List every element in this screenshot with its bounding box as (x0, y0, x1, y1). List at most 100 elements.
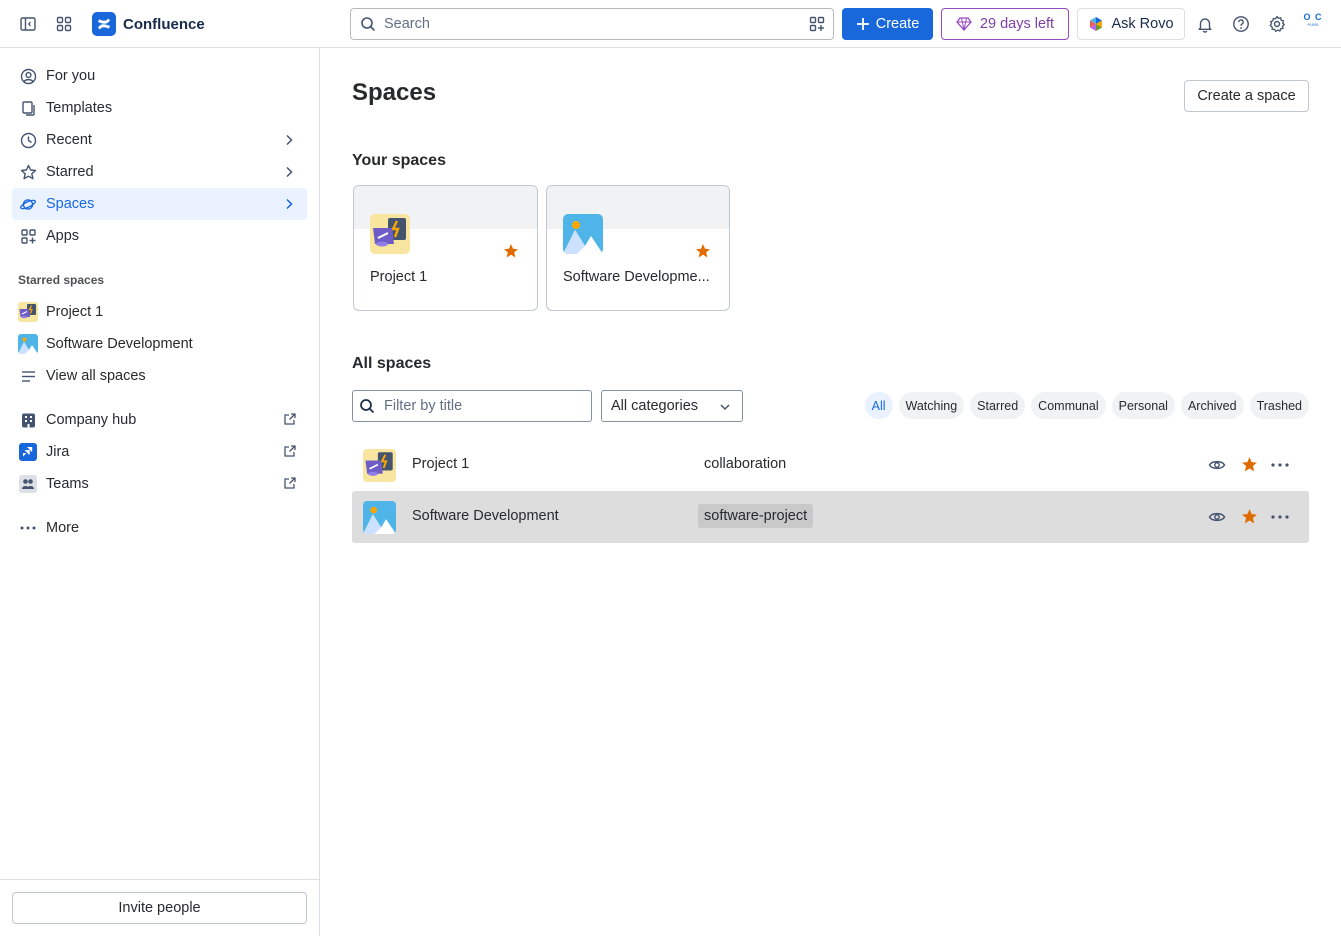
table-row[interactable]: Software Development software-project (352, 491, 1309, 543)
sidebar-item-label: Software Development (46, 336, 193, 352)
sidebar-item-label: More (46, 520, 80, 536)
chip-watching[interactable]: Watching (898, 392, 965, 419)
rovo-icon (1088, 16, 1104, 32)
person-circle-icon (18, 66, 38, 86)
invite-people-button[interactable]: Invite people (12, 892, 307, 924)
more-actions-icon[interactable] (1270, 457, 1290, 473)
sidebar-more[interactable]: More (12, 512, 307, 544)
apps-icon (18, 226, 38, 246)
help-icon[interactable] (1229, 12, 1253, 36)
gem-icon (956, 17, 972, 31)
sidebar-item-starred[interactable]: Starred (12, 156, 307, 188)
confluence-logo[interactable]: Confluence (92, 12, 205, 36)
space-card-name: Software Developme... (563, 269, 710, 285)
space-filter-chips: All Watching Starred Communal Personal A… (864, 392, 1309, 419)
chip-all[interactable]: All (864, 392, 893, 419)
sidebar-footer: Invite people (0, 879, 319, 936)
sidebar-item-templates[interactable]: Templates (12, 92, 307, 124)
sidebar-link-teams[interactable]: Teams (12, 468, 307, 500)
create-button[interactable]: Create (842, 8, 933, 40)
more-actions-icon[interactable] (1270, 509, 1290, 525)
trial-days-button[interactable]: 29 days left (941, 8, 1069, 40)
space-name-link[interactable]: Software Development (412, 508, 559, 524)
filter-by-title-input[interactable]: Filter by title (352, 390, 592, 422)
chevron-right-icon[interactable] (281, 196, 297, 212)
watch-eye-icon[interactable] (1208, 509, 1226, 525)
sidebar-item-for-you[interactable]: For you (12, 60, 307, 92)
ask-rovo-label: Ask Rovo (1111, 16, 1174, 32)
table-row[interactable]: Project 1 collaboration (352, 439, 1309, 491)
teams-icon (18, 474, 38, 494)
sidebar-link-jira[interactable]: Jira (12, 436, 307, 468)
jira-icon (18, 442, 38, 462)
sidebar-item-label: Recent (46, 132, 92, 148)
sidebar-item-label: Jira (46, 444, 70, 460)
star-filled-icon[interactable] (1241, 456, 1258, 473)
space-category-tag[interactable]: software-project (698, 504, 814, 528)
user-avatar[interactable]: O C PURE (1300, 12, 1326, 36)
sidebar-item-label: Starred (46, 164, 94, 180)
notifications-icon[interactable] (1193, 12, 1217, 36)
sidebar-link-company-hub[interactable]: Company hub (12, 404, 307, 436)
space-card-software-development[interactable]: Software Developme... (546, 185, 730, 311)
chip-starred[interactable]: Starred (970, 392, 1026, 419)
sidebar-item-label: Project 1 (46, 304, 104, 320)
space-category-tag[interactable]: collaboration (698, 452, 792, 476)
star-outline-icon (18, 162, 38, 182)
sidebar-item-spaces[interactable]: Spaces (12, 188, 307, 220)
filter-placeholder: Filter by title (384, 398, 463, 414)
confluence-logo-icon (92, 12, 116, 36)
sidebar-item-label: For you (46, 68, 96, 84)
chip-trashed[interactable]: Trashed (1249, 392, 1309, 419)
sidebar-starred-project-1[interactable]: Project 1 (12, 296, 307, 328)
sidebar-starred-software-development[interactable]: Software Development (12, 328, 307, 360)
create-button-label: Create (875, 16, 920, 32)
planet-icon (18, 194, 38, 214)
chevron-right-icon[interactable] (281, 132, 297, 148)
sidebar-view-all-spaces[interactable]: View all spaces (12, 360, 307, 392)
sidebar-item-apps[interactable]: Apps (12, 220, 307, 252)
mountain-space-icon (363, 501, 396, 534)
chip-archived[interactable]: Archived (1180, 392, 1244, 419)
app-name: Confluence (123, 15, 205, 33)
ask-rovo-button[interactable]: Ask Rovo (1077, 8, 1185, 40)
project-space-icon (370, 214, 410, 254)
search-icon (359, 398, 375, 414)
search-icon (360, 16, 376, 32)
your-spaces-heading: Your spaces (352, 152, 446, 169)
search-input[interactable]: Search (350, 8, 834, 40)
project-space-icon (363, 449, 396, 482)
page-title: Spaces (352, 79, 437, 106)
building-icon (18, 410, 38, 430)
list-icon (18, 366, 38, 386)
chevron-right-icon[interactable] (281, 164, 297, 180)
avatar-subtext: PURE (1307, 22, 1319, 27)
external-link-icon (283, 476, 297, 490)
sidebar-item-label: View all spaces (46, 368, 146, 384)
star-filled-icon[interactable] (1241, 508, 1258, 525)
category-select[interactable]: All categories (601, 390, 743, 422)
starred-spaces-heading: Starred spaces (18, 273, 105, 287)
all-spaces-heading: All spaces (352, 355, 432, 372)
trial-label: 29 days left (979, 16, 1055, 32)
mountain-space-icon (18, 334, 38, 354)
star-filled-icon[interactable] (695, 243, 711, 259)
chevron-down-icon (718, 400, 732, 414)
space-name-link[interactable]: Project 1 (412, 456, 469, 472)
category-select-value: All categories (611, 398, 699, 414)
chip-communal[interactable]: Communal (1031, 392, 1106, 419)
avatar-initials: O C (1303, 12, 1323, 22)
more-horizontal-icon (18, 518, 38, 538)
top-navigation-bar: Confluence Search Create 29 days left As… (0, 0, 1341, 48)
settings-gear-icon[interactable] (1265, 12, 1289, 36)
watch-eye-icon[interactable] (1208, 457, 1226, 473)
sidebar-item-recent[interactable]: Recent (12, 124, 307, 156)
chip-personal[interactable]: Personal (1111, 392, 1175, 419)
app-switcher-icon[interactable] (52, 12, 76, 36)
create-space-button[interactable]: Create a space (1184, 80, 1309, 112)
search-filters-icon[interactable] (809, 16, 825, 32)
project-space-icon (18, 302, 38, 322)
star-filled-icon[interactable] (503, 243, 519, 259)
space-card-project-1[interactable]: Project 1 (353, 185, 538, 311)
sidebar-toggle-icon[interactable] (16, 12, 40, 36)
